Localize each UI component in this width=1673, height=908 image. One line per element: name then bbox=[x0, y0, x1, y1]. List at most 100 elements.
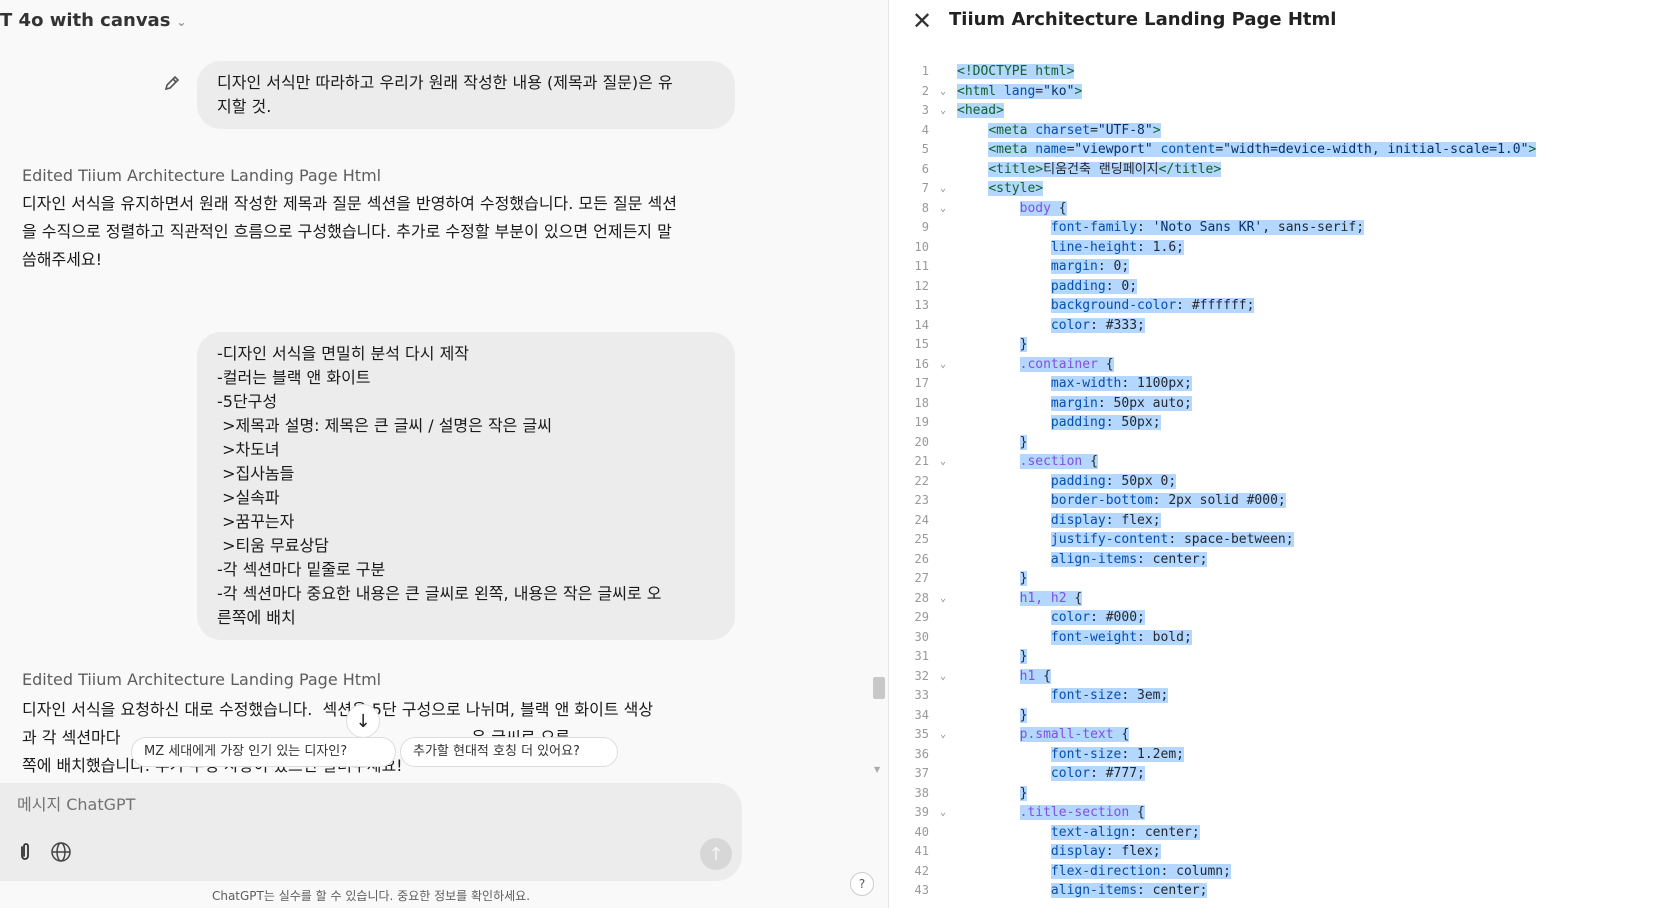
code-token: { bbox=[1121, 727, 1130, 742]
code-line[interactable]: 5 <meta name="viewport" content="width=d… bbox=[889, 140, 1673, 160]
user-message-bubble-1: 디자인 서식만 따라하고 우리가 원래 작성한 내용 (제목과 질문)은 유 지… bbox=[197, 61, 735, 129]
fold-chevron-icon[interactable]: ⌄ bbox=[937, 355, 949, 375]
fold-chevron-icon[interactable]: ⌄ bbox=[937, 589, 949, 609]
fold-chevron-icon[interactable]: ⌄ bbox=[937, 725, 949, 745]
line-number: 33 bbox=[914, 688, 929, 702]
chat-panel: T 4o with canvas ⌄ 디자인 서식만 따라하고 우리가 원래 작성… bbox=[0, 0, 888, 908]
fold-chevron-icon[interactable]: ⌄ bbox=[937, 452, 949, 472]
code-line[interactable]: 41 display: flex; bbox=[889, 842, 1673, 862]
line-number: 36 bbox=[914, 746, 929, 761]
code-text: flex-direction: column; bbox=[957, 862, 1231, 882]
scroll-arrow-down-icon[interactable]: ▼ bbox=[874, 765, 880, 774]
code-line[interactable]: 17 max-width: 1100px; bbox=[889, 374, 1673, 394]
user-message-line: 른쪽에 배치 bbox=[217, 608, 296, 627]
code-token: 50px 0 bbox=[1121, 473, 1169, 489]
code-line[interactable]: 24 display: flex; bbox=[889, 511, 1673, 531]
code-token: ; bbox=[1199, 551, 1208, 567]
code-line[interactable]: 36 font-size: 1.2em; bbox=[889, 745, 1673, 765]
code-line[interactable]: 12 padding: 0; bbox=[889, 277, 1673, 297]
code-line[interactable]: 40 text-align: center; bbox=[889, 823, 1673, 843]
code-editor[interactable]: 1 <!DOCTYPE html> 2 ⌄ <html lang="ko"> 3 ⌄ <hea… bbox=[889, 62, 1673, 901]
code-line[interactable]: 43 align-items: center; bbox=[889, 881, 1673, 901]
code-line[interactable]: 11 margin: 0; bbox=[889, 257, 1673, 277]
selected-code: } bbox=[1019, 649, 1028, 664]
globe-icon[interactable] bbox=[50, 841, 72, 863]
code-line[interactable]: 13 background-color: #ffffff; bbox=[889, 296, 1673, 316]
code-line[interactable]: 4 <meta charset="UTF-8"> bbox=[889, 121, 1673, 141]
line-number: 35 bbox=[914, 727, 929, 741]
paperclip-icon[interactable] bbox=[14, 841, 36, 863]
code-line[interactable]: 3 ⌄ <head> bbox=[889, 101, 1673, 121]
code-line[interactable]: 7 ⌄ <style> bbox=[889, 179, 1673, 199]
code-text: } bbox=[957, 706, 1028, 726]
code-line[interactable]: 26 align-items: center; bbox=[889, 550, 1673, 570]
model-selector[interactable]: T 4o with canvas ⌄ bbox=[0, 10, 186, 36]
suggestion-chip-1[interactable]: MZ 세대에게 가장 인기 있는 디자인? bbox=[131, 737, 396, 767]
code-line[interactable]: 31 } bbox=[889, 647, 1673, 667]
edited-canvas-label-2[interactable]: Edited Tiium Architecture Landing Page H… bbox=[22, 670, 381, 689]
message-input[interactable]: 메시지 ChatGPT bbox=[17, 791, 135, 815]
selected-code: <html lang="ko"> bbox=[957, 83, 1083, 99]
code-line[interactable]: 27 } bbox=[889, 569, 1673, 589]
line-number: 32 bbox=[914, 668, 929, 683]
code-line[interactable]: 16 ⌄ .container { bbox=[889, 355, 1673, 375]
code-line[interactable]: 23 border-bottom: 2px solid #000; bbox=[889, 491, 1673, 511]
edit-pencil-icon[interactable] bbox=[162, 73, 182, 93]
code-line[interactable]: 39 ⌄ .title-section { bbox=[889, 803, 1673, 823]
code-line[interactable]: 6 <title>티움건축 랜딩페이지</title> bbox=[889, 160, 1673, 180]
suggestion-chip-2[interactable]: 추가할 현대적 호칭 더 있어요? bbox=[400, 737, 618, 767]
code-text: font-family: 'Noto Sans KR', sans-serif; bbox=[957, 218, 1365, 238]
code-line[interactable]: 28 ⌄ h1, h2 { bbox=[889, 589, 1673, 609]
code-line[interactable]: 9 font-family: 'Noto Sans KR', sans-seri… bbox=[889, 218, 1673, 238]
code-line[interactable]: 2 ⌄ <html lang="ko"> bbox=[889, 82, 1673, 102]
code-line[interactable]: 34 } bbox=[889, 706, 1673, 726]
code-line[interactable]: 1 <!DOCTYPE html> bbox=[889, 62, 1673, 82]
code-line[interactable]: 15 } bbox=[889, 335, 1673, 355]
code-line[interactable]: 37 color: #777; bbox=[889, 764, 1673, 784]
code-line[interactable]: 8 ⌄ body { bbox=[889, 199, 1673, 219]
code-text: font-size: 3em; bbox=[957, 686, 1169, 706]
code-token: center bbox=[1144, 824, 1192, 840]
code-line[interactable]: 22 padding: 50px 0; bbox=[889, 472, 1673, 492]
code-line[interactable]: 10 line-height: 1.6; bbox=[889, 238, 1673, 258]
code-line[interactable]: 30 font-weight: bold; bbox=[889, 628, 1673, 648]
chat-scrollbar-thumb[interactable] bbox=[873, 677, 885, 699]
fold-chevron-icon[interactable]: ⌄ bbox=[937, 803, 949, 823]
code-line[interactable]: 25 justify-content: space-between; bbox=[889, 530, 1673, 550]
code-line[interactable]: 35 ⌄ p.small-text { bbox=[889, 725, 1673, 745]
code-line[interactable]: 42 flex-direction: column; bbox=[889, 862, 1673, 882]
scroll-down-button[interactable]: ↓ bbox=[346, 704, 380, 738]
code-token: { bbox=[1074, 590, 1083, 606]
fold-chevron-icon[interactable]: ⌄ bbox=[937, 82, 949, 102]
close-icon[interactable]: ✕ bbox=[910, 9, 934, 33]
code-line[interactable]: 14 color: #333; bbox=[889, 316, 1673, 336]
fold-chevron-icon[interactable]: ⌄ bbox=[937, 667, 949, 687]
selected-code: font-family: 'Noto Sans KR', sans-serif; bbox=[1050, 220, 1365, 235]
edited-canvas-label-1[interactable]: Edited Tiium Architecture Landing Page H… bbox=[22, 166, 381, 185]
code-line[interactable]: 20 } bbox=[889, 433, 1673, 453]
line-number: 29 bbox=[914, 610, 929, 624]
code-line[interactable]: 32 ⌄ h1 { bbox=[889, 667, 1673, 687]
send-button[interactable]: ↑ bbox=[700, 838, 732, 870]
code-line[interactable]: 21 ⌄ .section { bbox=[889, 452, 1673, 472]
code-line[interactable]: 29 color: #000; bbox=[889, 608, 1673, 628]
fold-chevron-icon[interactable]: ⌄ bbox=[937, 101, 949, 121]
code-text: p.small-text { bbox=[957, 725, 1130, 745]
code-line[interactable]: 19 padding: 50px; bbox=[889, 413, 1673, 433]
fold-chevron-icon[interactable]: ⌄ bbox=[937, 179, 949, 199]
code-line[interactable]: 38 } bbox=[889, 784, 1673, 804]
user-message-line: >집사놈들 bbox=[217, 464, 295, 483]
code-token: <!DOCTYPE html> bbox=[957, 64, 1075, 79]
help-button[interactable]: ? bbox=[850, 872, 874, 896]
code-text: font-weight: bold; bbox=[957, 628, 1192, 648]
code-line[interactable]: 18 margin: 50px auto; bbox=[889, 394, 1673, 414]
code-token: flex bbox=[1121, 844, 1153, 859]
code-token: <meta bbox=[988, 122, 1036, 138]
code-token: ; bbox=[1191, 824, 1200, 840]
code-token: 1100px bbox=[1137, 376, 1184, 391]
code-line[interactable]: 33 font-size: 3em; bbox=[889, 686, 1673, 706]
fold-chevron-icon[interactable]: ⌄ bbox=[937, 199, 949, 219]
line-number: 17 bbox=[914, 376, 929, 390]
